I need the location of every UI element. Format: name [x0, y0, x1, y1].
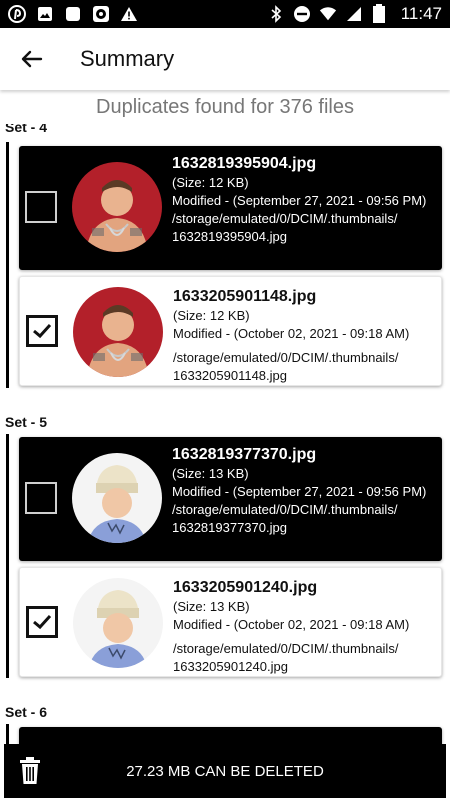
duplicates-summary: Duplicates found for 376 files: [96, 96, 354, 118]
arrow-back-icon: [21, 50, 43, 68]
soccer-ball-icon: [92, 5, 110, 23]
file-modified: Modified - (October 02, 2021 - 09:18 AM): [173, 326, 410, 341]
file-card[interactable]: 1633205901240.jpg (Size: 13 KB) Modified…: [19, 567, 442, 677]
square-app-icon: [64, 5, 82, 23]
app-bar: Summary: [0, 28, 450, 90]
file-name: 1633205901240.jpg: [173, 579, 318, 596]
cellular-signal-icon: [345, 5, 363, 23]
back-button[interactable]: [0, 28, 64, 90]
summary-screen: 86 11:47 Summary Duplicates found for 37…: [0, 0, 450, 800]
set-group-bar: [6, 724, 9, 744]
file-size: (Size: 12 KB): [172, 175, 249, 190]
file-path: /storage/emulated/0/DCIM/.thumbnails/ 16…: [173, 350, 399, 383]
file-thumbnail: [72, 453, 162, 543]
set-label: Set - 5: [5, 414, 48, 430]
file-card[interactable]: [19, 727, 442, 744]
status-bar: 86 11:47: [0, 0, 450, 28]
set-group-bar: [6, 434, 9, 678]
wifi-icon: [319, 5, 337, 23]
battery-level: 86: [363, 9, 372, 18]
file-thumbnail: [72, 162, 162, 252]
file-path: /storage/emulated/0/DCIM/.thumbnails/ 16…: [172, 502, 398, 535]
set-label: Set - 4: [5, 124, 48, 135]
image-icon: [36, 5, 54, 23]
delete-summary-label: 27.23 MB CAN BE DELETED: [126, 762, 324, 780]
file-modified: Modified - (September 27, 2021 - 09:56 P…: [172, 193, 427, 208]
file-name: 1632819395904.jpg: [172, 155, 317, 172]
pinterest-icon: [8, 5, 26, 23]
file-size: (Size: 12 KB): [173, 308, 250, 323]
check-icon: [33, 614, 52, 630]
select-checkbox[interactable]: [26, 315, 58, 347]
clock: 11:47: [400, 4, 442, 23]
bluetooth-icon: [267, 5, 285, 23]
do-not-disturb-icon: [293, 5, 311, 23]
file-modified: Modified - (October 02, 2021 - 09:18 AM): [173, 617, 410, 632]
file-thumbnail: [73, 287, 163, 377]
page-title: Summary: [80, 46, 175, 71]
file-size: (Size: 13 KB): [173, 599, 250, 614]
file-path: /storage/emulated/0/DCIM/.thumbnails/ 16…: [172, 211, 398, 244]
duplicates-list[interactable]: Set - 4 1632819395904.jpg (Size: 12 KB) …: [0, 124, 450, 744]
file-card[interactable]: 1632819377370.jpg (Size: 13 KB) Modified…: [19, 437, 442, 561]
select-checkbox[interactable]: [26, 606, 58, 638]
battery-icon: [371, 4, 387, 23]
set-label: Set - 6: [5, 704, 48, 720]
file-name: 1633205901148.jpg: [173, 288, 317, 305]
warning-icon: [120, 5, 138, 23]
set-group-bar: [6, 142, 9, 388]
file-modified: Modified - (September 27, 2021 - 09:56 P…: [172, 484, 427, 499]
file-path: /storage/emulated/0/DCIM/.thumbnails/ 16…: [173, 641, 399, 674]
file-card[interactable]: 1632819395904.jpg (Size: 12 KB) Modified…: [19, 146, 442, 270]
check-icon: [33, 323, 52, 339]
file-size: (Size: 13 KB): [172, 466, 249, 481]
select-checkbox[interactable]: [25, 191, 57, 223]
file-thumbnail: [73, 578, 163, 668]
delete-bar[interactable]: 27.23 MB CAN BE DELETED: [4, 744, 446, 798]
file-card[interactable]: 1633205901148.jpg (Size: 12 KB) Modified…: [19, 276, 442, 386]
file-name: 1632819377370.jpg: [172, 446, 317, 463]
select-checkbox[interactable]: [25, 482, 57, 514]
